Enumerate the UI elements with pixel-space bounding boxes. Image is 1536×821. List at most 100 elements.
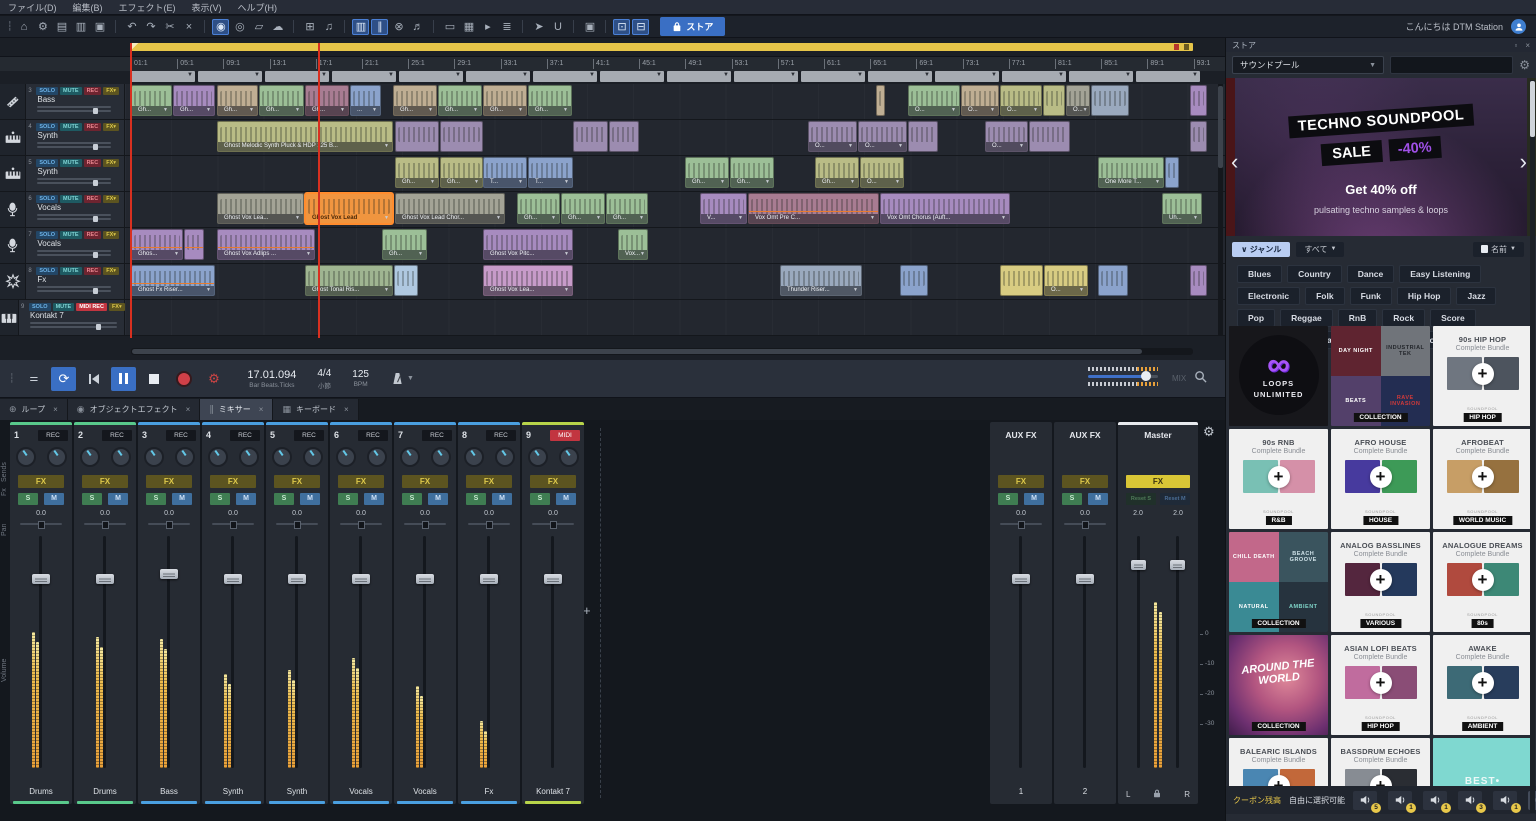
audio-clip[interactable]: Ghos...▼ (131, 229, 183, 260)
track-fx-button[interactable]: FX▾ (103, 231, 119, 239)
audio-clip[interactable]: Gh...▼ (528, 85, 572, 116)
audio-clip[interactable]: Gh...▼ (217, 85, 258, 116)
menu-item-effects[interactable]: エフェクト(E) (119, 1, 176, 14)
audio-clip[interactable]: Gh...▼ (730, 157, 774, 188)
slider-thumb[interactable] (93, 108, 98, 114)
genre-button-dance[interactable]: Dance (1347, 265, 1395, 283)
audio-clip[interactable]: Gh...▼ (517, 193, 560, 224)
pan-slider[interactable] (468, 523, 510, 525)
track-fx-button[interactable]: FX▾ (103, 123, 119, 131)
fader-handle[interactable] (1076, 574, 1094, 584)
genre-button-easy-listening[interactable]: Easy Listening (1399, 265, 1481, 283)
coupon-speaker-icon[interactable]: 1 (1423, 791, 1447, 810)
product-tile-bassdrum-echoes[interactable]: BASSDRUM ECHOESComplete Bundle+SOUNDPOOL (1331, 738, 1430, 786)
record-arm-button[interactable]: REC (84, 231, 102, 239)
solo-button[interactable]: SOLO (36, 231, 58, 239)
slider-thumb[interactable] (93, 288, 98, 294)
audio-clip[interactable]: O...▼ (1044, 265, 1088, 296)
track-fx-button[interactable]: FX▾ (103, 87, 119, 95)
video-view-icon[interactable]: ▸ (479, 19, 496, 35)
pan-slider[interactable] (84, 523, 126, 525)
mute-button[interactable]: MUTE (60, 195, 82, 203)
solo-button[interactable]: SOLO (36, 87, 58, 95)
track-volume-slider[interactable] (37, 142, 111, 144)
track-volume-slider[interactable] (37, 106, 111, 108)
loop-range-bar[interactable] (131, 43, 1193, 51)
send-knob-1[interactable] (336, 447, 356, 467)
channel-fx-button[interactable]: FX (530, 475, 576, 488)
product-tile-analog-basslines[interactable]: ANALOG BASSLINESComplete Bundle+SOUNDPOO… (1331, 532, 1430, 632)
audio-clip[interactable]: Gh...▼ (561, 193, 605, 224)
genre-button-rock[interactable]: Rock (1382, 309, 1425, 327)
audio-clip[interactable]: T...▼ (483, 157, 527, 188)
genre-button-pop[interactable]: Pop (1237, 309, 1275, 327)
solo-button[interactable]: S (18, 493, 38, 505)
audio-clip[interactable]: Gh...▼ (438, 85, 482, 116)
send-knob-1[interactable] (464, 447, 484, 467)
solo-button[interactable]: SOLO (36, 159, 58, 167)
master-volume-slider[interactable] (1088, 375, 1158, 378)
send-knob-1[interactable] (400, 447, 420, 467)
fader-handle[interactable] (1012, 574, 1030, 584)
audio-clip[interactable]: Gh...▼ (606, 193, 648, 224)
track-pan-slider[interactable] (37, 146, 111, 148)
mute-button[interactable]: M (364, 493, 384, 505)
mute-button[interactable]: M (172, 493, 192, 505)
audio-clip[interactable]: O...▼ (985, 121, 1028, 152)
cloud-upload-icon[interactable]: ☁ (269, 19, 286, 35)
mute-button[interactable]: MUTE (53, 303, 75, 311)
loop-button[interactable]: ⟳ (51, 367, 76, 391)
tab-mixer[interactable]: ∥ミキサー× (200, 399, 273, 420)
product-tile-best-[interactable]: BEST• (1433, 738, 1532, 786)
pan-slider[interactable] (276, 523, 318, 525)
audio-clip[interactable] (1165, 157, 1179, 188)
track-volume-slider[interactable] (37, 178, 111, 180)
stop-button[interactable] (141, 367, 166, 391)
product-tile-collection[interactable]: DAY NIGHTINDUSTRIAL TEKBEATSRAVE INVASIO… (1331, 326, 1430, 426)
slider-thumb[interactable] (93, 216, 98, 222)
screen-split-2-icon[interactable]: ⊟ (632, 19, 649, 35)
audio-clip[interactable]: V...▼ (700, 193, 747, 224)
track-pan-slider[interactable] (37, 110, 111, 112)
audio-clip[interactable]: Vox Omt Pre C...▼ (748, 193, 879, 224)
pan-slider[interactable] (1000, 523, 1042, 525)
toolbar-grip[interactable]: ┇ (7, 21, 11, 32)
cursor-tool-icon[interactable]: ➤ (530, 19, 547, 35)
channel-fx-button[interactable]: FX (274, 475, 320, 488)
channel-rec-button[interactable]: REC (422, 430, 452, 441)
product-tile-around-the-world[interactable]: AROUND THE WORLDCOLLECTION (1229, 635, 1328, 735)
menu-item-help[interactable]: ヘルプ(H) (238, 1, 278, 14)
channel-rec-button[interactable]: REC (166, 430, 196, 441)
channel-fx-button[interactable]: FX (18, 475, 64, 488)
audio-clip[interactable] (184, 229, 204, 260)
audio-clip[interactable]: Thunder Riser...▼ (780, 265, 862, 296)
store-scroll-thumb[interactable] (1530, 81, 1535, 137)
pan-slider[interactable] (1064, 523, 1106, 525)
store-settings-icon[interactable]: ⚙ (1519, 58, 1530, 72)
tab-loop[interactable]: ⊕ループ× (0, 399, 68, 420)
fader-handle[interactable] (1131, 560, 1146, 570)
tab-close-icon[interactable]: × (259, 405, 264, 414)
song-part-marker[interactable]: ▼ (734, 71, 798, 82)
product-tile-90s-hip-hop[interactable]: 90s HIP HOPComplete Bundle+SOUNDPOOLHIP … (1433, 326, 1532, 426)
notes-view-icon[interactable]: ♬ (409, 19, 426, 35)
product-tile-balearic-islands[interactable]: BALEARIC ISLANDSComplete Bundle+SOUNDPOO… (1229, 738, 1328, 786)
audio-clip[interactable] (900, 265, 928, 296)
audio-clip[interactable]: Gh...▼ (440, 157, 483, 188)
fader-handle[interactable] (288, 574, 306, 584)
track-pan-slider[interactable] (30, 326, 117, 328)
mute-button[interactable]: MUTE (60, 267, 82, 275)
track-lane[interactable]: Ghost Fx Riser...▼Ghost Tonal Ris...▼Gho… (125, 264, 1225, 299)
loop-start-handle[interactable] (131, 43, 138, 51)
channel-fx-button[interactable]: FX (146, 475, 192, 488)
audio-clip[interactable]: Uh...▼ (1162, 193, 1202, 224)
track-fx-button[interactable]: FX▾ (103, 195, 119, 203)
send-knob-1[interactable] (16, 447, 36, 467)
solo-button[interactable]: SOLO (29, 303, 51, 311)
solo-button[interactable]: S (466, 493, 486, 505)
vscroll-thumb[interactable] (1218, 86, 1223, 168)
audio-clip[interactable] (1091, 85, 1129, 116)
object-box-icon[interactable]: ▣ (581, 19, 598, 35)
solo-button[interactable]: S (210, 493, 230, 505)
mute-button[interactable]: M (556, 493, 576, 505)
